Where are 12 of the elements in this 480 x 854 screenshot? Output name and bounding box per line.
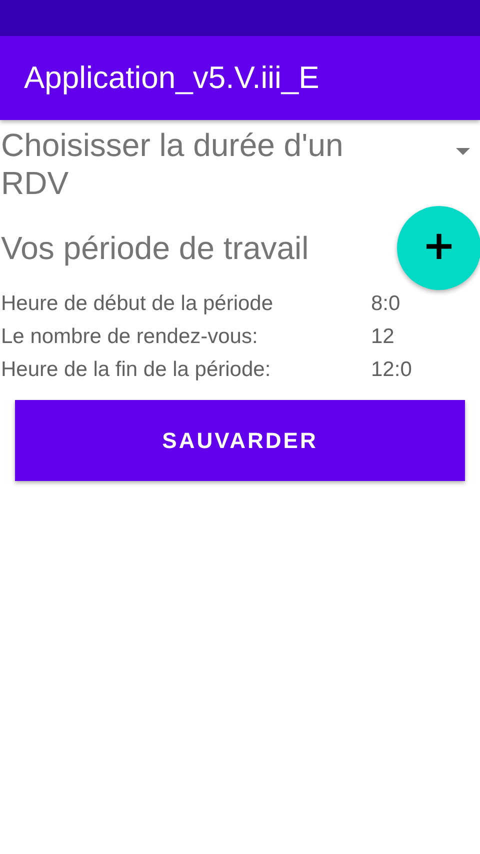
row-label: Heure de la fin de la période: — [1, 357, 272, 383]
save-button[interactable]: SAUVARDER — [15, 400, 465, 481]
caret-icon — [456, 148, 470, 155]
row-value: 12:0 — [371, 357, 413, 383]
row-label: Heure de début de la période — [1, 291, 274, 317]
add-button[interactable]: + — [397, 206, 480, 290]
app-title: Application_v5.V.iii_E — [24, 60, 320, 96]
row-value: 8:0 — [371, 291, 402, 317]
duration-dropdown[interactable]: Choisisser la durée d'un RDV — [0, 120, 480, 202]
row-value: 12 — [371, 324, 396, 350]
section-title: Vos période de travail — [0, 230, 309, 266]
row-label: Le nombre de rendez-vous: — [1, 324, 259, 350]
